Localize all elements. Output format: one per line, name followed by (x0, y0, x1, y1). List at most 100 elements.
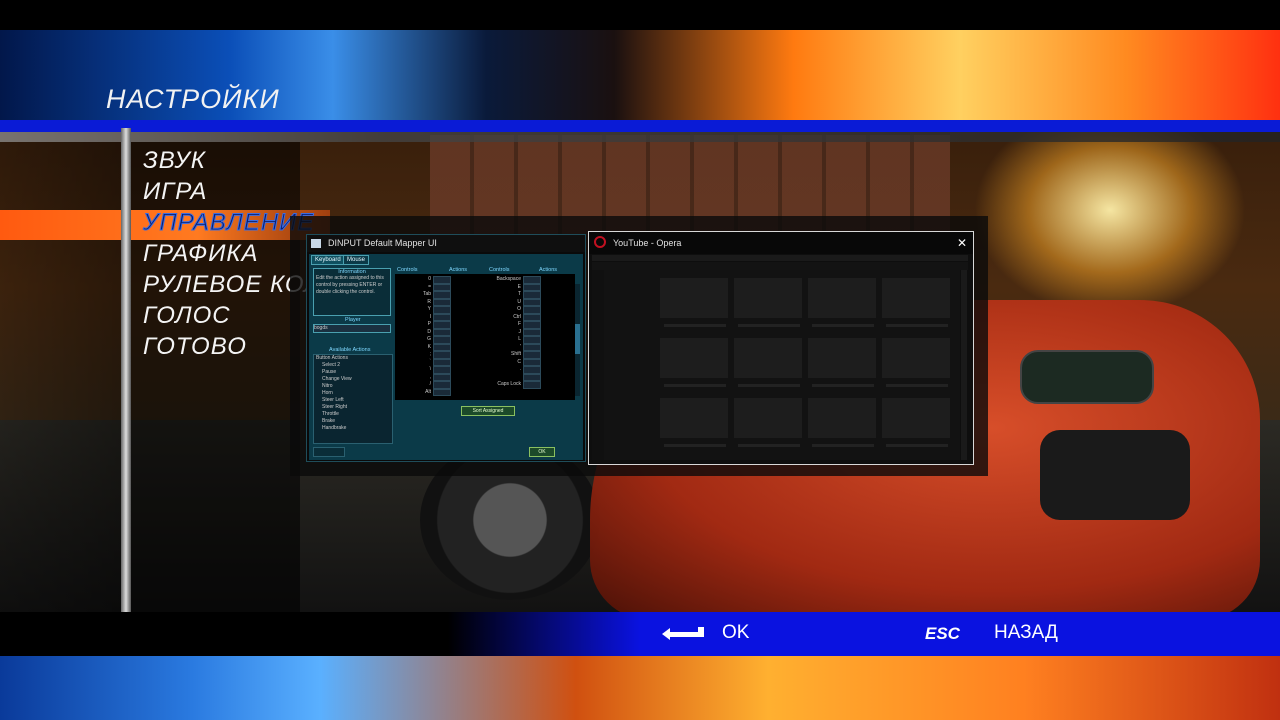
action-slot[interactable] (523, 366, 541, 374)
action-slot[interactable] (433, 321, 451, 329)
browser-tab-strip[interactable] (592, 255, 968, 261)
video-thumbnail[interactable] (734, 398, 802, 438)
control-key[interactable]: L (477, 336, 521, 344)
action-slot[interactable] (433, 366, 451, 374)
back-label[interactable]: НАЗАД (994, 622, 1058, 644)
action-slot[interactable] (523, 328, 541, 336)
list-item[interactable]: Pause (314, 369, 392, 376)
menu-item-graphics[interactable]: ГРАФИКА (143, 240, 259, 268)
list-item[interactable]: Steer Right (314, 404, 392, 411)
action-slot[interactable] (433, 381, 451, 389)
control-key[interactable]: O (477, 306, 521, 314)
control-key[interactable]: / (397, 381, 431, 389)
action-slot[interactable] (433, 358, 451, 366)
action-slot[interactable] (433, 313, 451, 321)
action-slot[interactable] (433, 291, 451, 299)
video-thumbnail[interactable] (734, 338, 802, 378)
sort-assigned-button[interactable]: Sort Assigned (461, 406, 515, 416)
control-key[interactable]: Alt (397, 389, 431, 397)
action-slot[interactable] (523, 291, 541, 299)
action-slot[interactable] (433, 336, 451, 344)
control-key[interactable]: . (477, 366, 521, 374)
action-slot[interactable] (523, 351, 541, 359)
action-slot[interactable] (433, 306, 451, 314)
video-thumbnail[interactable] (882, 278, 950, 318)
control-key[interactable]: U (477, 299, 521, 307)
action-slot[interactable] (433, 298, 451, 306)
opera-titlebar[interactable]: YouTube - Opera ✕ (589, 232, 973, 254)
video-thumbnail[interactable] (882, 398, 950, 438)
control-key[interactable]: Tab (397, 291, 431, 299)
control-key[interactable] (477, 374, 521, 382)
control-key[interactable]: , (397, 374, 431, 382)
video-thumbnail[interactable] (734, 278, 802, 318)
menu-item-voice[interactable]: ГОЛОС (143, 302, 231, 330)
control-key[interactable]: = (397, 284, 431, 292)
control-key[interactable]: ' (477, 344, 521, 352)
control-key[interactable]: D (397, 329, 431, 337)
list-item[interactable]: Button Actions (314, 355, 392, 362)
menu-item-sound[interactable]: ЗВУК (143, 147, 206, 175)
list-item[interactable]: Horn (314, 390, 392, 397)
action-slot[interactable] (523, 313, 541, 321)
action-slot[interactable] (523, 276, 541, 284)
list-item[interactable]: Steer Left (314, 397, 392, 404)
list-item[interactable]: Handbrake (314, 425, 392, 432)
video-thumbnail[interactable] (660, 338, 728, 378)
control-key[interactable]: F (477, 321, 521, 329)
list-item[interactable]: Nitro (314, 383, 392, 390)
action-slot[interactable] (523, 321, 541, 329)
action-slot[interactable] (523, 381, 541, 389)
action-slot[interactable] (433, 351, 451, 359)
close-icon[interactable]: ✕ (957, 232, 967, 254)
opera-scrollbar[interactable] (961, 270, 967, 460)
control-key[interactable]: Caps Lock (477, 381, 521, 389)
action-slot[interactable] (523, 298, 541, 306)
video-thumbnail[interactable] (660, 398, 728, 438)
esc-key-icon[interactable]: ESC (925, 624, 960, 644)
address-bar[interactable] (592, 262, 968, 270)
tab-mouse[interactable]: Mouse (343, 255, 370, 265)
menu-item-done[interactable]: ГОТОВО (143, 333, 247, 361)
video-thumbnail[interactable] (808, 398, 876, 438)
control-key[interactable]: ; (397, 351, 431, 359)
player-select[interactable]: bogds (313, 324, 391, 333)
video-thumbnail[interactable] (808, 278, 876, 318)
action-slot[interactable] (433, 343, 451, 351)
control-key[interactable]: J (477, 329, 522, 337)
grid-scrollbar[interactable] (575, 284, 580, 396)
action-slot[interactable] (523, 336, 541, 344)
control-key[interactable]: I (397, 314, 431, 322)
video-thumbnail[interactable] (882, 338, 950, 378)
action-slot[interactable] (523, 358, 541, 366)
list-item[interactable]: Throttle (314, 411, 392, 418)
menu-item-controls[interactable]: УПРАВЛЕНИЕ (142, 209, 314, 237)
control-key[interactable]: T (477, 291, 521, 299)
control-key[interactable]: Y (397, 306, 431, 314)
control-key[interactable]: G (397, 336, 431, 344)
action-slot[interactable] (523, 283, 541, 291)
list-item[interactable]: Brake (314, 418, 392, 425)
action-slot[interactable] (433, 388, 451, 396)
control-key[interactable]: Ctrl (477, 314, 521, 322)
action-slot[interactable] (433, 328, 451, 336)
dinput-titlebar[interactable]: DINPUT Default Mapper UI (307, 235, 585, 252)
list-item[interactable]: Change View (314, 376, 392, 383)
video-thumbnail[interactable] (808, 338, 876, 378)
control-key[interactable]: E (477, 284, 521, 292)
control-key[interactable]: 0 (397, 276, 431, 284)
control-key[interactable]: P (397, 321, 431, 329)
control-key[interactable]: Backspace (477, 276, 521, 284)
control-key[interactable]: \ (397, 366, 431, 374)
menu-item-game[interactable]: ИГРА (143, 178, 207, 206)
action-slot[interactable] (523, 373, 541, 381)
ok-button[interactable]: OK (529, 447, 555, 457)
control-key[interactable]: Shift (477, 351, 521, 359)
action-slot[interactable] (433, 283, 451, 291)
tab-keyboard[interactable]: Keyboard (311, 255, 345, 265)
action-slot[interactable] (433, 373, 451, 381)
scroll-thumb[interactable] (575, 324, 580, 354)
list-item[interactable]: Select 2 (314, 362, 392, 369)
action-slot[interactable] (523, 306, 541, 314)
control-key[interactable]: K (397, 344, 431, 352)
